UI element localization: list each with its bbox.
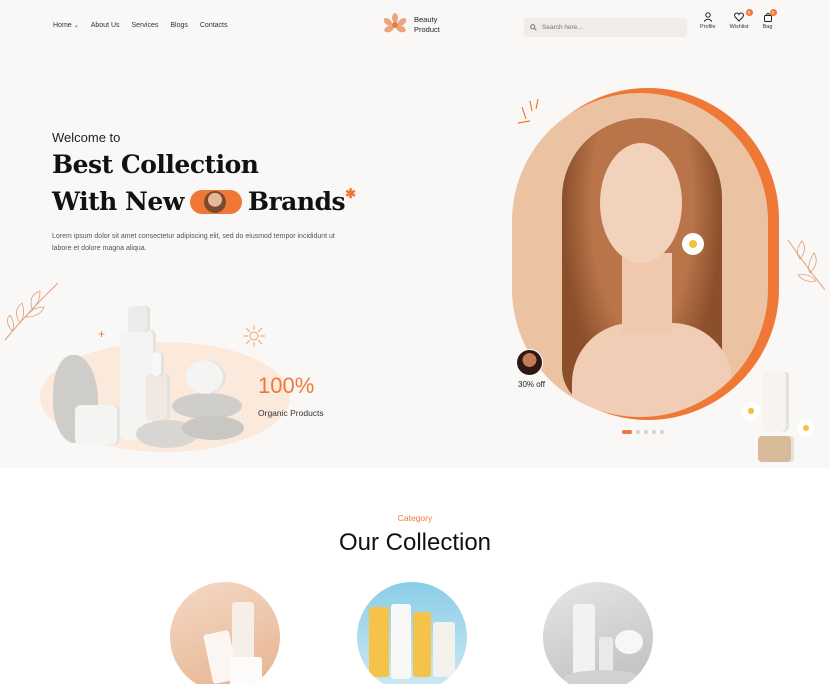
wooden-jar-image <box>758 436 794 462</box>
leaf-decoration-icon <box>787 239 826 291</box>
asterisk-icon: ✱ <box>345 187 356 202</box>
section-title: Our Collection <box>338 529 492 556</box>
collection-item-serums[interactable] <box>543 582 653 684</box>
nav-actions: Profile 0 Wishlist 0 Bag <box>700 9 777 30</box>
hero-slider-dots <box>622 430 664 434</box>
collection-item-skincare[interactable] <box>170 582 280 684</box>
wishlist-label: Wishlist <box>729 24 749 30</box>
product-image <box>563 670 643 684</box>
bag-label: Bag <box>762 24 773 30</box>
dropper-bottle-image <box>146 374 170 420</box>
slider-dot[interactable] <box>622 430 632 434</box>
stone-image <box>182 416 244 440</box>
profile-button[interactable]: Profile <box>700 12 716 30</box>
slider-dot[interactable] <box>644 430 648 434</box>
menu-item-label: Home <box>53 22 72 29</box>
logo-text: Beauty Product <box>414 15 440 35</box>
hero-model-image <box>512 93 768 417</box>
profile-label: Profile <box>700 24 716 30</box>
cream-jar-image <box>186 360 226 394</box>
welcome-text: Welcome to <box>52 130 121 145</box>
flower-logo-icon <box>383 13 407 33</box>
menu-item-about[interactable]: About Us <box>91 22 120 29</box>
plus-sparkle-icon: + <box>98 327 106 341</box>
collection-item-tubes[interactable] <box>357 582 467 684</box>
wishlist-button[interactable]: 0 Wishlist <box>729 9 753 30</box>
stone-image <box>172 393 242 419</box>
menu-item-contacts[interactable]: Contacts <box>200 22 228 29</box>
pump-cap-image <box>128 306 150 332</box>
menu-item-home[interactable]: Home ⌄ <box>53 22 79 29</box>
hero-title-part-b: Brands <box>247 187 346 216</box>
dropper-cap-image <box>152 352 164 376</box>
search-bar <box>524 18 687 37</box>
user-icon <box>703 12 713 22</box>
product-image <box>433 622 455 677</box>
product-image <box>615 630 643 654</box>
hero-description: Lorem ipsum dolor sit amet consectetur a… <box>52 233 335 252</box>
customer-avatar <box>516 349 543 376</box>
jar-image <box>75 405 120 445</box>
logo-line2: Product <box>414 25 440 34</box>
sparkle-icon <box>517 98 539 124</box>
discount-label: 30% off <box>518 380 545 389</box>
brand-logo[interactable]: Beauty Product <box>382 12 440 38</box>
product-image <box>413 612 431 677</box>
cream-tube-image <box>763 372 789 432</box>
flower-cluster-icon <box>740 400 762 422</box>
search-input[interactable] <box>542 24 682 31</box>
menu-item-blogs[interactable]: Blogs <box>170 22 188 29</box>
heart-icon <box>734 12 745 22</box>
product-image <box>230 657 262 684</box>
bag-button[interactable]: 0 Bag <box>762 9 777 30</box>
organic-stat-value: 100% <box>258 373 315 398</box>
hero-title-line2: With New Brands ✱ <box>52 187 356 216</box>
search-icon <box>530 24 537 31</box>
section-eyebrow: Category <box>397 513 433 523</box>
brand-model-pill-image <box>189 189 242 214</box>
flower-cluster-icon <box>796 418 816 438</box>
daisy-icon <box>682 233 704 255</box>
menu-item-services[interactable]: Services <box>132 22 159 29</box>
slider-dot[interactable] <box>636 430 640 434</box>
bag-badge: 0 <box>769 9 777 16</box>
hero-section: + 100% Organic Products Welcome to Best … <box>0 0 830 468</box>
product-image <box>391 604 411 679</box>
slider-dot[interactable] <box>652 430 656 434</box>
leaf-decoration-icon <box>4 282 59 341</box>
hero-title-line1: Best Collection <box>52 150 259 179</box>
slider-dot[interactable] <box>660 430 664 434</box>
hero-title-part-a: With New <box>52 187 184 216</box>
logo-line1: Beauty <box>414 15 438 24</box>
organic-stat-label: Organic Products <box>258 408 324 418</box>
chevron-down-icon: ⌄ <box>73 23 79 29</box>
wishlist-badge: 0 <box>745 9 753 16</box>
sun-icon <box>243 325 265 347</box>
top-navigation: Home ⌄ About Us Services Blogs Contacts … <box>0 0 830 52</box>
product-image <box>369 607 389 677</box>
main-menu: Home ⌄ About Us Services Blogs Contacts <box>53 22 228 29</box>
